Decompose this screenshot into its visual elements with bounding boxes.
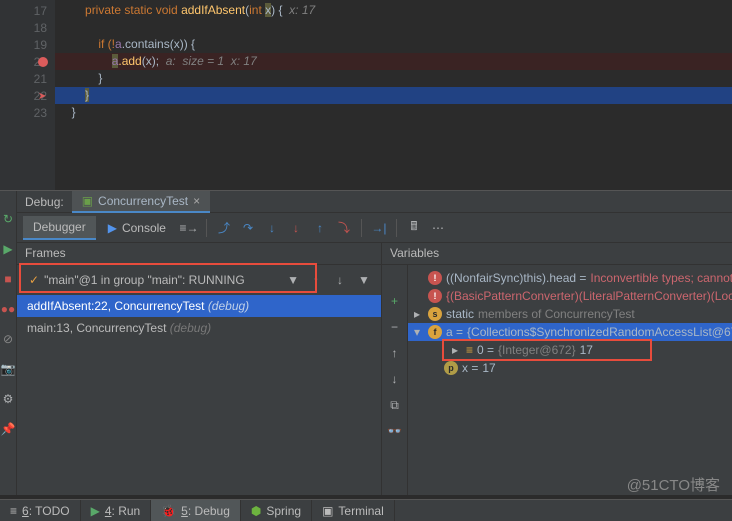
line-number[interactable]: 17 [0,2,55,19]
line-number[interactable]: 19 [0,36,55,53]
line-number[interactable]: 20 [0,53,55,70]
frames-title: Frames [17,243,381,265]
run-to-cursor-icon[interactable]: →| [368,217,390,239]
frame-row[interactable]: addIfAbsent:22, ConcurrencyTest (debug) [17,295,381,317]
watermark: @51CTO博客 [627,474,720,495]
tab-todo[interactable]: ≡ 6: TODO [0,500,81,521]
tab-spring[interactable]: ⬢Spring [241,500,312,521]
code-line[interactable]: } [55,70,732,87]
debug-main: Debug: ▣ ConcurrencyTest × Debugger ▶Con… [17,191,732,495]
debug-header: Debug: ▣ ConcurrencyTest × [17,191,732,213]
tab-run[interactable]: ▶4: Run [81,500,152,521]
tab-debugger[interactable]: Debugger [23,216,96,240]
copy-icon[interactable]: ⧉ [387,397,403,413]
frames-panel: Frames ✓ "main"@1 in group "main": RUNNI… [17,243,382,495]
glasses-icon[interactable]: 👓 [387,423,403,439]
field-icon: f [428,325,442,339]
app-icon: ▣ [82,194,93,208]
step-into-icon[interactable]: ↓ [261,217,283,239]
separator [206,219,207,237]
vars-toolbar: + − ↑ ↓ ⧉ 👓 [382,265,408,495]
frame-row[interactable]: main:13, ConcurrencyTest (debug) [17,317,381,339]
sort-icon[interactable]: ≡→ [178,217,200,239]
execution-point-icon: ➤ [38,91,48,101]
breakpoint-icon[interactable] [38,57,48,67]
next-frame-icon[interactable]: ↓ [329,269,351,291]
add-watch-icon[interactable]: + [387,293,403,309]
error-icon: ! [428,271,442,285]
debug-body: Frames ✓ "main"@1 in group "main": RUNNI… [17,243,732,495]
var-row[interactable]: !((NonfairSync)this).head = Inconvertibl… [408,269,732,287]
separator [361,219,362,237]
error-icon: ! [428,289,442,303]
force-step-into-icon[interactable]: ↓ [285,217,307,239]
play-icon: ▶ [91,504,100,518]
tab-terminal[interactable]: ▣Terminal [312,500,395,521]
show-execution-icon[interactable]: ⤴ [213,217,235,239]
code-body[interactable]: private static void addIfAbsent(int x) {… [55,0,732,190]
close-icon[interactable]: × [193,194,200,208]
tab-debug[interactable]: 🐞5: Debug [151,500,241,521]
drop-frame-icon[interactable]: ⤵ [333,217,355,239]
param-icon: p [444,361,458,375]
separator [396,219,397,237]
step-out-icon[interactable]: ↑ [309,217,331,239]
spring-icon: ⬢ [251,504,261,518]
remove-watch-icon[interactable]: − [387,319,403,335]
code-line[interactable] [55,19,732,36]
code-editor: 17 18 19 20 21 ➤22 23 private static voi… [0,0,732,190]
stop-icon[interactable]: ■ [0,271,16,287]
code-line[interactable]: a.add(x); a: size = 1 x: 17 [55,53,732,70]
tab-console[interactable]: ▶Console [98,217,176,239]
highlight-box [19,263,317,293]
code-line[interactable]: } [55,104,732,121]
terminal-icon: ▣ [322,504,333,518]
static-icon: s [428,307,442,321]
code-line[interactable]: } [55,87,732,104]
bug-icon: 🐞 [161,504,176,518]
evaluate-icon[interactable]: 🖩 [403,217,425,239]
frames-list: addIfAbsent:22, ConcurrencyTest (debug) … [17,295,381,339]
pin-icon[interactable]: 📌 [0,421,16,437]
frames-toolbar: ✓ "main"@1 in group "main": RUNNING ▼ ↑ … [17,265,381,295]
variables-title: Variables [382,243,732,265]
mute-bp-icon[interactable]: ⊘ [0,331,16,347]
var-row[interactable]: ▸sstatic members of ConcurrencyTest [408,305,732,323]
console-icon: ▶ [108,221,117,235]
breakpoints-icon[interactable]: ●● [0,301,16,317]
line-number[interactable]: ➤22 [0,87,55,104]
up-icon[interactable]: ↑ [387,345,403,361]
debug-panel: ↻ ▶ ■ ●● ⊘ 📷 ⚙ 📌 Debug: ▣ ConcurrencyTes… [0,190,732,495]
resume-icon[interactable]: ▶ [0,241,16,257]
line-number[interactable]: 21 [0,70,55,87]
line-number[interactable]: 23 [0,104,55,121]
camera-icon[interactable]: 📷 [0,361,16,377]
var-row[interactable]: ▸≡ 0 = {Integer@672} 17 [408,341,732,359]
debug-toolbar: Debugger ▶Console ≡→ ⤴ ↷ ↓ ↓ ↑ ⤵ →| 🖩 ⋯ [17,213,732,243]
gutter: 17 18 19 20 21 ➤22 23 [0,0,55,190]
var-row[interactable]: px = 17 [408,359,732,377]
step-over-icon[interactable]: ↷ [237,217,259,239]
variables-panel: Variables + − ↑ ↓ ⧉ 👓 !((NonfairSync)thi… [382,243,732,495]
highlight-box [442,339,652,361]
down-icon[interactable]: ↓ [387,371,403,387]
filter-icon[interactable]: ▼ [353,269,375,291]
variables-tree: !((NonfairSync)this).head = Inconvertibl… [408,265,732,495]
debug-label: Debug: [17,195,72,209]
bottom-toolbar: ≡ 6: TODO ▶4: Run 🐞5: Debug ⬢Spring ▣Ter… [0,499,732,521]
settings-icon[interactable]: ⚙ [0,391,16,407]
debug-config-tab[interactable]: ▣ ConcurrencyTest × [72,191,210,213]
code-line[interactable]: private static void addIfAbsent(int x) {… [55,2,732,19]
code-line[interactable]: if (!a.contains(x)) { [55,36,732,53]
trace-icon[interactable]: ⋯ [427,217,449,239]
rerun-icon[interactable]: ↻ [0,211,16,227]
var-row[interactable]: !{(BasicPatternConverter)(LiteralPattern… [408,287,732,305]
line-number[interactable]: 18 [0,19,55,36]
debug-left-toolbar: ↻ ▶ ■ ●● ⊘ 📷 ⚙ 📌 [0,191,17,495]
